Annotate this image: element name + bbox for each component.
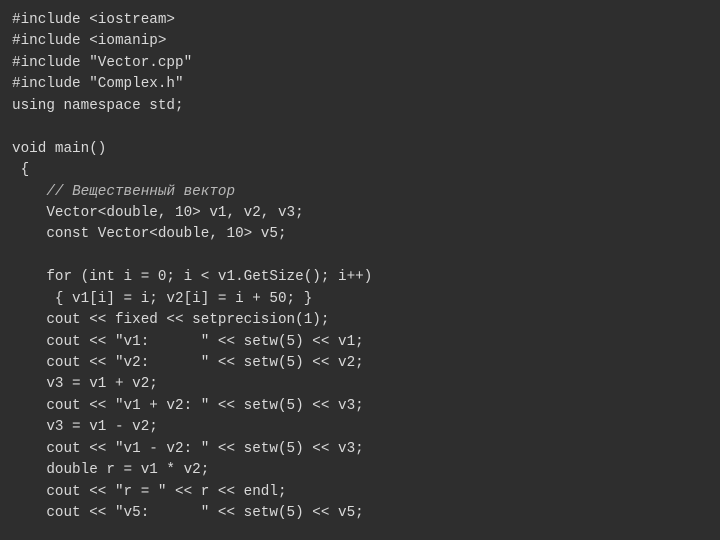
code-line: v3 = v1 + v2; <box>12 376 158 392</box>
code-line: cout << "v1 + v2: " << setw(5) << v3; <box>12 398 364 414</box>
code-line-indent <box>12 184 46 200</box>
code-line: #include <iostream> <box>12 12 175 28</box>
code-line: { v1[i] = i; v2[i] = i + 50; } <box>12 291 312 307</box>
code-line: const Vector<double, 10> v5; <box>12 226 287 242</box>
code-line: #include "Complex.h" <box>12 76 184 92</box>
code-line: double r = v1 * v2; <box>12 462 209 478</box>
code-line: #include <iomanip> <box>12 33 166 49</box>
code-line: cout << "r = " << r << endl; <box>12 484 287 500</box>
code-line: Vector<double, 10> v1, v2, v3; <box>12 205 304 221</box>
code-line: cout << "v1 - v2: " << setw(5) << v3; <box>12 441 364 457</box>
code-line: cout << fixed << setprecision(1); <box>12 312 329 328</box>
code-line: void main() <box>12 141 106 157</box>
code-line: { <box>12 162 29 178</box>
code-line: cout << "v5: " << setw(5) << v5; <box>12 505 364 521</box>
code-line: for (int i = 0; i < v1.GetSize(); i++) <box>12 269 372 285</box>
code-line: using namespace std; <box>12 98 184 114</box>
code-line: v3 = v1 - v2; <box>12 419 158 435</box>
code-block: #include <iostream> #include <iomanip> #… <box>0 0 720 535</box>
code-line: cout << "v1: " << setw(5) << v1; <box>12 334 364 350</box>
code-line: cout << "v2: " << setw(5) << v2; <box>12 355 364 371</box>
code-line: #include "Vector.cpp" <box>12 55 192 71</box>
code-comment: // Вещественный вектор <box>46 184 235 200</box>
